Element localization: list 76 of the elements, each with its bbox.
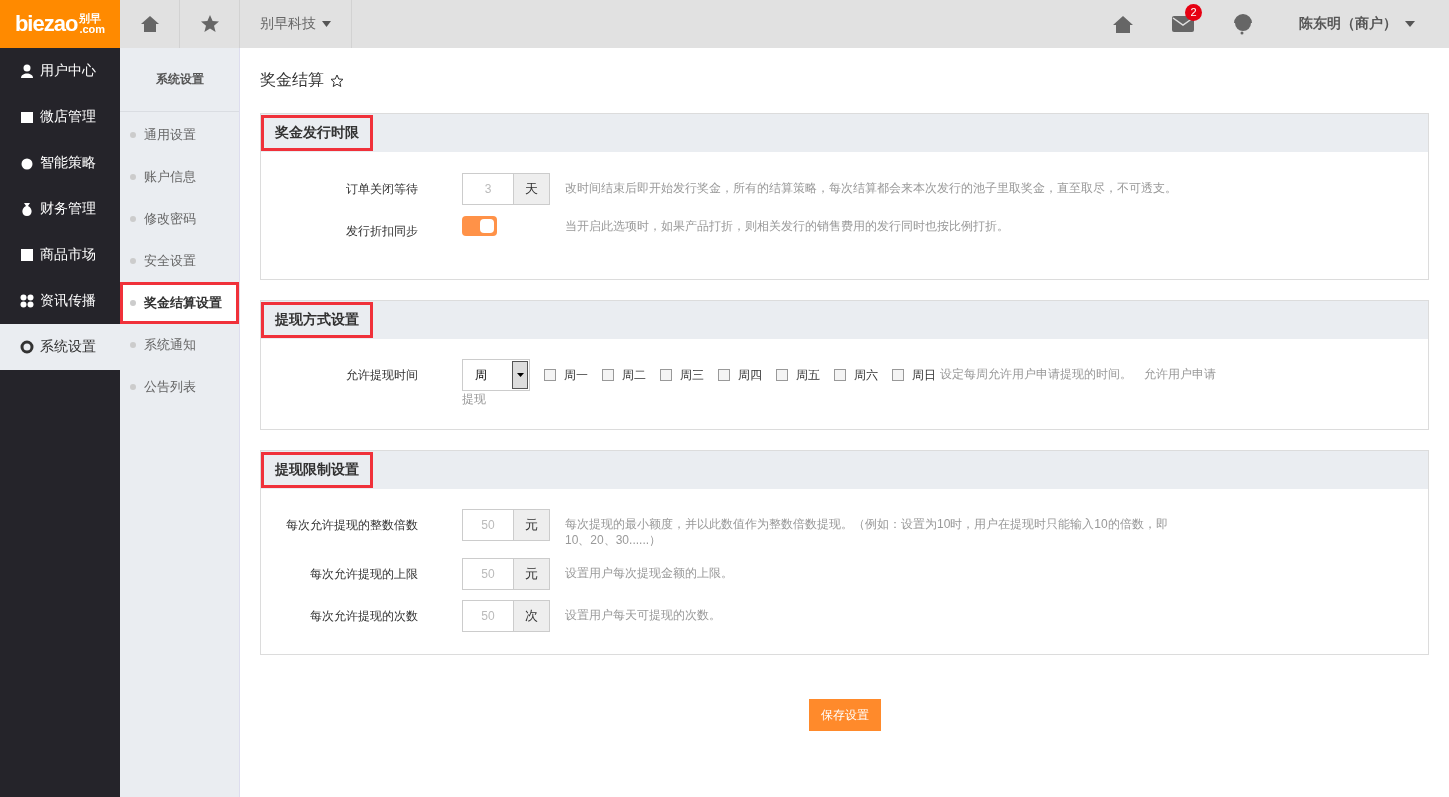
help-text: 设定每周允许用户申请提现的时间。 允许用户申请 — [940, 366, 1216, 383]
star-icon — [199, 14, 220, 34]
star-outline-icon — [330, 73, 344, 88]
subnav-title: 系统设置 — [120, 48, 239, 112]
day-checkbox[interactable]: 周二 — [602, 359, 646, 391]
caret-icon — [516, 373, 524, 377]
week-select[interactable]: 周 — [462, 359, 530, 391]
section-title: 提现方式设置 — [264, 305, 370, 335]
section-title: 奖金发行时限 — [264, 118, 370, 148]
subnav-item[interactable]: 通用设置 — [120, 114, 239, 156]
logo-text: 别早 — [79, 13, 103, 24]
unit-label: 元 — [513, 509, 550, 541]
input-field[interactable]: 50 — [462, 558, 513, 590]
help-text: 每次提现的最小额度，并以此数值作为整数倍数提现。（例如：设置为10时，用户在提现时只能输入10的倍数，即10、20、30......） — [565, 516, 1169, 548]
day-checkbox[interactable]: 周四 — [718, 359, 762, 391]
gear-icon — [20, 340, 34, 354]
help-text: 当开启此选项时，如果产品打折，则相关发行的销售费用的发行同时也按比例打折。 — [565, 218, 1009, 234]
mail-icon — [1172, 16, 1194, 32]
logo-text: biezao — [14, 11, 78, 37]
company-dropdown[interactable]: 别早科技 — [240, 0, 352, 48]
section-title: 提现限制设置 — [264, 455, 370, 485]
field-label: 发行折扣同步 — [345, 223, 418, 240]
mail-button[interactable]: 2 — [1153, 0, 1213, 48]
unit-label: 天 — [513, 173, 550, 205]
toggle-switch[interactable] — [462, 216, 497, 236]
field-label: 允许提现时间 — [345, 367, 418, 384]
subnav-item[interactable]: 修改密码 — [120, 198, 239, 240]
subnav-item[interactable]: 系统通知 — [120, 324, 239, 366]
day-checkbox[interactable]: 周六 — [834, 359, 878, 391]
input-field[interactable]: 50 — [462, 600, 513, 632]
help-text: 设置用户每次提现金额的上限。 — [565, 565, 733, 581]
subnav-item[interactable]: 奖金结算设置 — [120, 282, 239, 324]
circle-icon — [20, 156, 34, 170]
home-icon — [1113, 15, 1133, 33]
money-bag-icon — [20, 202, 34, 216]
sidebar-item[interactable]: 资讯传播 — [0, 278, 120, 324]
caret-icon — [1405, 21, 1415, 27]
unit-label: 元 — [513, 558, 550, 590]
help-text: 提现 — [462, 391, 486, 407]
page-title: 奖金结算 — [260, 70, 324, 90]
sidebar-item[interactable]: 商品市场 — [0, 232, 120, 278]
bullet-dot — [130, 342, 136, 348]
day-checkbox[interactable]: 周一 — [544, 359, 588, 391]
sidebar-item[interactable]: 用户中心 — [0, 48, 120, 94]
unit-label: 次 — [513, 600, 550, 632]
bullet-dot — [130, 300, 136, 306]
user-menu[interactable]: 陈东明（商户） — [1273, 0, 1449, 48]
input-field[interactable]: 3 — [462, 173, 513, 205]
sidebar-item[interactable]: 财务管理 — [0, 186, 120, 232]
field-label: 每次允许提现的整数倍数 — [285, 517, 418, 534]
subnav-item[interactable]: 安全设置 — [120, 240, 239, 282]
day-checkbox[interactable]: 周日 — [892, 359, 936, 391]
sidebar-item[interactable]: 智能策略 — [0, 140, 120, 186]
notification-badge: 2 — [1185, 4, 1202, 21]
sidebar-item[interactable]: 系统设置 — [0, 324, 120, 370]
help-text: 改时间结束后即开始发行奖金，所有的结算策略，每次结算都会来本次发行的池子里取奖金，直至取尽，不可透支。 — [565, 180, 1177, 196]
help-text: 设置用户每天可提现的次数。 — [565, 607, 721, 623]
grid-icon — [20, 294, 34, 308]
logo-text: .com — [79, 24, 106, 35]
bullet-dot — [130, 132, 136, 138]
subnav-item[interactable]: 公告列表 — [120, 366, 239, 408]
day-checkbox[interactable]: 周三 — [660, 359, 704, 391]
home-icon — [139, 14, 160, 34]
subnav-item[interactable]: 账户信息 — [120, 156, 239, 198]
bullet-dot — [130, 216, 136, 222]
sidebar-item[interactable]: 微店管理 — [0, 94, 120, 140]
user-icon — [20, 64, 34, 78]
bullet-dot — [130, 384, 136, 390]
field-label: 订单关闭等待 — [345, 181, 418, 198]
input-field[interactable]: 50 — [462, 509, 513, 541]
caret-icon — [322, 21, 331, 27]
bullet-dot — [130, 258, 136, 264]
field-label: 每次允许提现的上限 — [309, 566, 418, 583]
day-checkbox[interactable]: 周五 — [776, 359, 820, 391]
field-label: 每次允许提现的次数 — [309, 608, 418, 625]
bullet-dot — [130, 174, 136, 180]
